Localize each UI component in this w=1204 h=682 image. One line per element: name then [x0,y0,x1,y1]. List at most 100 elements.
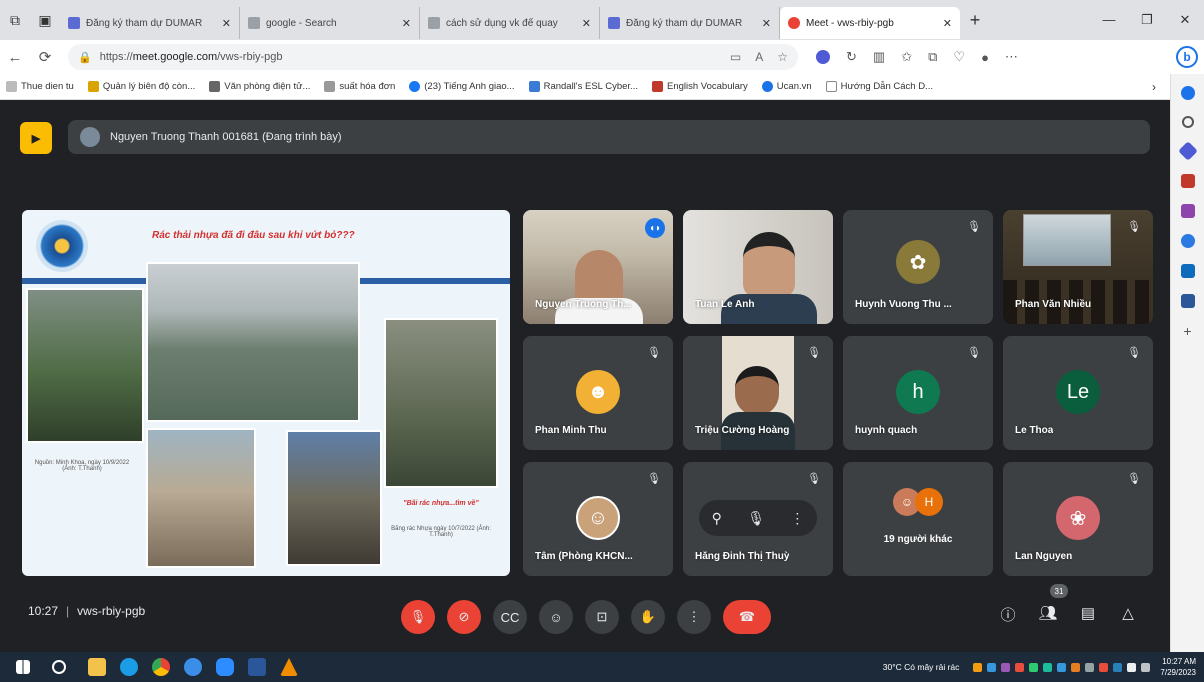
lock-icon[interactable]: 🔒 [78,51,92,64]
wifi-icon[interactable] [1127,662,1137,672]
workspaces-icon[interactable]: ⧉ [0,0,30,40]
emoji-button[interactable]: ☺ [539,600,573,634]
bookmark-item[interactable]: Ucan.vn [761,81,812,92]
sidebar-dot-icon[interactable] [1180,86,1195,100]
tag-icon[interactable] [1177,141,1198,161]
chat-icon[interactable]: ▤ [1076,604,1100,622]
minimize-icon[interactable]: — [1090,12,1128,28]
ie-icon[interactable] [184,658,202,676]
search-icon[interactable] [1181,116,1194,128]
bookmark-item[interactable]: Randall's ESL Cyber... [528,81,638,92]
close-tab-icon[interactable]: ✕ [222,17,231,30]
participant-tile[interactable]: 🎙︎ Le Le Thoa [1003,336,1153,450]
tray-icon[interactable] [1015,662,1025,672]
browser-essentials-icon[interactable]: ♡ [953,49,965,65]
refresh-extension-icon[interactable]: ↻ [846,49,857,65]
profile-icon[interactable]: ● [981,50,989,65]
collections-icon[interactable]: ⧉ [928,49,937,65]
tray-icon[interactable] [1071,662,1081,672]
volume-icon[interactable] [1141,662,1151,672]
present-now-button[interactable]: ⊡ [585,600,619,634]
participant-tile[interactable]: 🎙︎ ☻ Phan Minh Thu [523,336,673,450]
tray-icon[interactable] [973,662,983,672]
add-sidebar-icon[interactable]: + [1181,324,1195,338]
captions-button[interactable]: CC [493,600,527,634]
people-icon[interactable]: 👥︎ [1036,604,1060,622]
participant-tile[interactable]: 🎙︎ h huynh quach [843,336,993,450]
back-icon[interactable]: ← [0,49,30,66]
taskbar-clock[interactable]: 10:27 AM 7/29/2023 [1160,656,1196,678]
zoom-icon[interactable] [216,658,234,676]
mute-participant-icon[interactable]: 🎙︎ [747,510,765,527]
weather-widget[interactable]: 30°C Có mây rải rác [883,662,960,672]
new-tab-button[interactable]: + [960,10,990,31]
bookmark-item[interactable]: Thue dien tu [6,81,74,92]
bookmark-item[interactable]: (23) Tiếng Anh giao... [409,81,515,92]
word-icon[interactable] [1180,294,1195,308]
chrome-icon[interactable] [152,658,170,676]
bookmark-item[interactable]: English Vocabulary [651,81,748,92]
toolbox-icon[interactable] [1180,174,1195,188]
vlc-icon[interactable] [280,658,298,676]
activities-icon[interactable]: △ [1116,604,1140,622]
bookmarks-more-icon[interactable]: › [1152,80,1156,94]
leave-call-button[interactable]: ☎ [723,600,771,634]
participant-tile[interactable]: 🎙︎ Triệu Cường Hoàng [683,336,833,450]
bookmark-item[interactable]: Hướng Dẫn Cách D... [825,81,933,92]
tray-icon[interactable] [987,662,997,672]
extension-icon[interactable] [816,50,830,64]
favorites-icon[interactable]: ✩ [901,49,912,65]
browser-tab[interactable]: cách sử dụng vk để quay ✕ [420,7,600,39]
participant-tile[interactable]: 🎙︎ ☺ Tâm (Phòng KHCN... [523,462,673,576]
tray-icon[interactable] [1001,662,1011,672]
raise-hand-button[interactable]: ✋ [631,600,665,634]
file-explorer-icon[interactable] [88,658,106,676]
pin-icon[interactable]: ⚲ [712,510,722,527]
windows-start-icon[interactable] [16,660,30,674]
browser-tab[interactable]: google - Search ✕ [240,7,420,39]
bookmark-item[interactable]: Quản lý biên độ còn... [87,81,195,92]
word-icon[interactable] [248,658,266,676]
bing-chat-icon[interactable]: b [1176,46,1198,68]
close-tab-icon[interactable]: ✕ [943,17,952,30]
tray-icon[interactable] [1029,662,1039,672]
tray-icon[interactable] [1113,662,1123,672]
search-icon[interactable] [52,660,66,674]
close-window-icon[interactable]: ✕ [1166,12,1204,28]
more-options-button[interactable]: ⋮ [677,600,711,634]
bookmark-item[interactable]: Văn phòng điện tử... [209,81,310,92]
camera-off-button[interactable]: ⊘ [447,600,481,634]
outlook-icon[interactable] [1180,264,1195,278]
shared-slide[interactable]: Rác thải nhựa đã đi đâu sau khi vứt bỏ??… [22,210,510,576]
browser-tab[interactable]: Đăng ký tham dự DUMAR ✕ [60,7,240,39]
close-tab-icon[interactable]: ✕ [402,17,411,30]
read-aloud-icon[interactable]: A [755,50,763,64]
split-screen-icon[interactable]: ▥ [873,49,885,65]
bookmark-item[interactable]: suất hóa đơn [324,81,395,92]
address-bar[interactable]: 🔒 https:// meet.google.com /vws-rbiy-pgb… [68,44,798,70]
tab-actions-icon[interactable]: ▣ [30,0,60,40]
favorite-star-icon[interactable]: ☆ [777,50,788,64]
refresh-icon[interactable]: ⟳ [30,48,60,66]
close-tab-icon[interactable]: ✕ [582,17,591,30]
games-icon[interactable] [1180,204,1195,218]
meeting-details-icon[interactable]: ⓘ [996,604,1020,625]
close-tab-icon[interactable]: ✕ [762,17,771,30]
others-tile[interactable]: ☺ H 19 người khác [843,462,993,576]
tray-icon[interactable] [1057,662,1067,672]
tray-icon[interactable] [1085,662,1095,672]
participant-tile[interactable]: 🎙︎ Phan Văn Nhiều [1003,210,1153,324]
participant-tile[interactable]: ◖◗ Nguyen Truong Th... [523,210,673,324]
participant-tile[interactable]: 🎙︎ ❀ Lan Nguyen [1003,462,1153,576]
edge-icon[interactable] [120,658,138,676]
participant-tile[interactable]: 🎙︎ ⚲ 🎙︎ ⋮ Hằng Đinh Thị Thuỳ [683,462,833,576]
microphone-off-button[interactable]: 🎙︎ [401,600,435,634]
participant-tile[interactable]: 🎙︎ ✿ Huynh Vuong Thu ... [843,210,993,324]
tray-icon[interactable] [1099,662,1109,672]
participant-tile[interactable]: Tuan Le Anh [683,210,833,324]
tray-icon[interactable] [1043,662,1053,672]
presenting-icon[interactable]: ▶ [20,122,52,154]
camera-permission-icon[interactable]: ▭ [730,50,741,64]
more-menu-icon[interactable]: ⋯ [1005,49,1018,65]
tile-more-icon[interactable]: ⋮ [790,510,804,527]
